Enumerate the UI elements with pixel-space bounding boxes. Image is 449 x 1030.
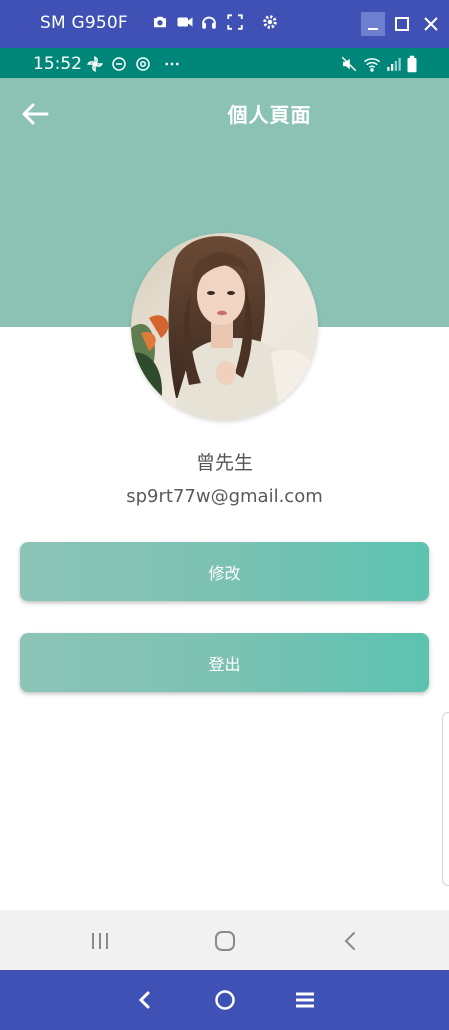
window-title-bar: SM G950F [0,0,449,48]
edit-button[interactable]: 修改 [20,542,429,601]
minimize-icon[interactable] [361,12,385,36]
edit-button-label: 修改 [208,563,241,583]
sync-icon [134,55,152,73]
home-icon[interactable] [212,987,238,1013]
avatar [131,233,318,420]
user-email: sp9rt77w@gmail.com [126,486,323,507]
battery-icon [405,55,423,73]
headphones-icon[interactable] [200,13,222,35]
maximize-icon[interactable] [390,12,414,36]
page-title: 個人頁面 [227,103,312,127]
pinwheel-icon [86,55,104,73]
menu-icon[interactable] [292,987,318,1013]
window-title: SM G950F [40,13,128,33]
back-icon[interactable] [132,987,158,1013]
camera-icon[interactable] [151,13,173,35]
mute-icon [340,55,358,73]
status-bar: 15:52 [0,48,449,78]
back-icon[interactable] [338,928,364,954]
recents-icon[interactable] [87,928,113,954]
more-icon [163,55,181,73]
android-nav-bar [0,910,449,970]
scrcpy-bottom-bar [0,970,449,1030]
user-name: 曾先生 [195,452,253,474]
close-icon[interactable] [419,12,443,36]
logout-button[interactable]: 登出 [20,633,429,692]
settings-icon[interactable] [261,13,283,35]
signal-icon [385,55,403,73]
edge-panel-handle[interactable] [442,712,449,886]
video-icon[interactable] [175,13,197,35]
logout-button-label: 登出 [208,654,241,674]
status-time: 15:52 [33,54,82,74]
do-not-disturb-icon [110,55,128,73]
home-icon[interactable] [212,928,238,954]
wifi-icon [363,55,381,73]
fullscreen-icon[interactable] [226,13,248,35]
